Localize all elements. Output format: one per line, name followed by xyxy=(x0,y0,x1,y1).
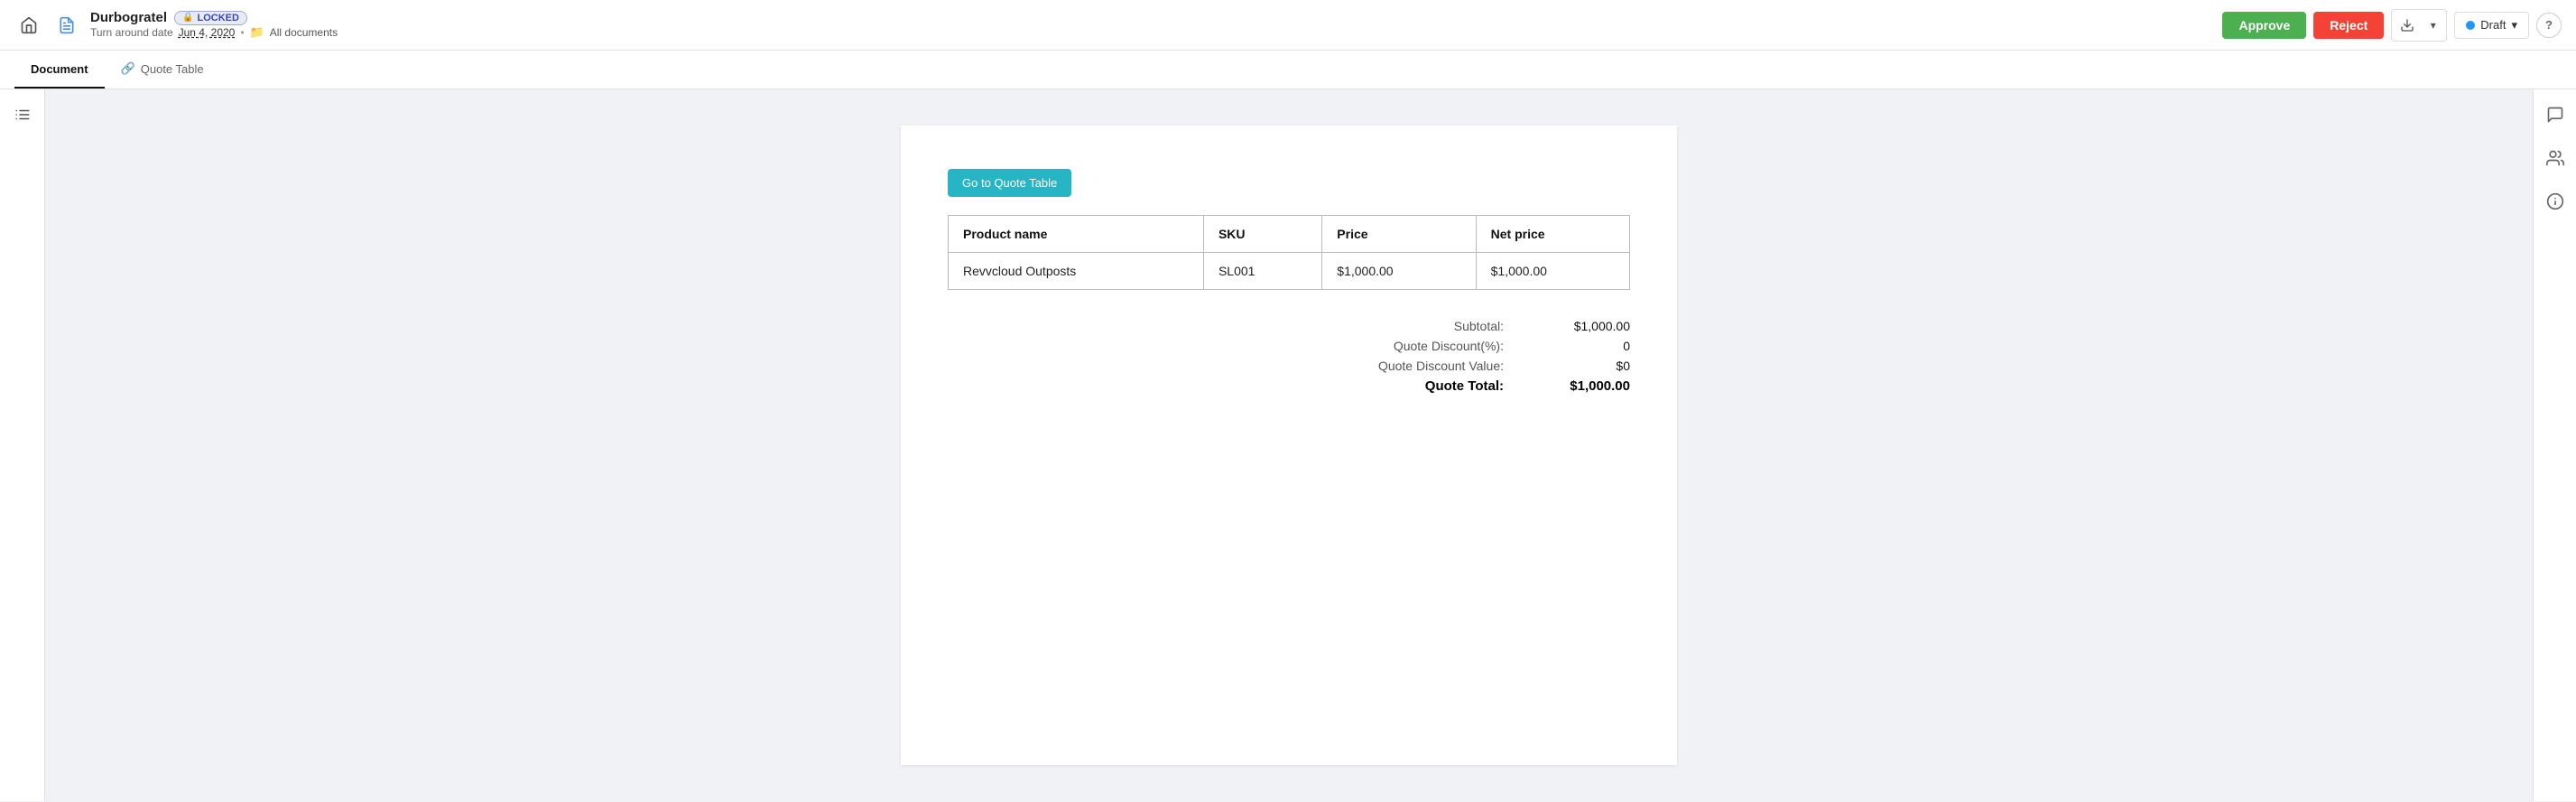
col-header-net-price: Net price xyxy=(1476,216,1629,253)
right-sidebar xyxy=(2533,89,2576,801)
link-icon: 🔗 xyxy=(121,61,135,76)
download-chevron[interactable]: ▾ xyxy=(2420,9,2447,42)
separator-dot: • xyxy=(240,26,244,39)
table-cell: $1,000.00 xyxy=(1322,253,1476,290)
main-content: Go to Quote Table Product name SKU Price… xyxy=(45,89,2533,801)
col-header-product-name: Product name xyxy=(949,216,1204,253)
home-icon[interactable] xyxy=(14,11,43,40)
draft-status-dot xyxy=(2466,21,2475,30)
quote-table: Product name SKU Price Net price Revvclo… xyxy=(948,215,1630,290)
totals-label: Subtotal: xyxy=(1341,319,1504,333)
tab-document[interactable]: Document xyxy=(14,51,105,89)
folder-icon: 📁 xyxy=(250,25,264,40)
totals-value: $1,000.00 xyxy=(1540,319,1630,333)
header-left: Durbogratel LOCKED Turn around date Jun … xyxy=(14,10,2211,40)
header-subtitle: Turn around date Jun 4, 2020 • 📁 All doc… xyxy=(90,25,338,40)
totals-label: Quote Total: xyxy=(1341,378,1504,394)
doc-title: Durbogratel xyxy=(90,10,167,25)
totals-value: 0 xyxy=(1540,339,1630,353)
go-to-quote-table-button[interactable]: Go to Quote Table xyxy=(948,169,1071,197)
totals-value: $1,000.00 xyxy=(1540,378,1630,394)
totals-label: Quote Discount(%): xyxy=(1341,339,1504,353)
chat-icon[interactable] xyxy=(2541,100,2570,129)
totals-row: Quote Discount Value: $0 xyxy=(1341,359,1630,373)
table-cell: $1,000.00 xyxy=(1476,253,1629,290)
draft-chevron-icon: ▾ xyxy=(2511,18,2517,33)
list-icon[interactable] xyxy=(8,100,37,129)
table-header-row: Product name SKU Price Net price xyxy=(949,216,1630,253)
left-sidebar xyxy=(0,89,45,801)
header-title-row: Durbogratel LOCKED xyxy=(90,10,338,25)
totals-label: Quote Discount Value: xyxy=(1341,359,1504,373)
table-row: Revvcloud OutpostsSL001$1,000.00$1,000.0… xyxy=(949,253,1630,290)
totals-value: $0 xyxy=(1540,359,1630,373)
header-title-block: Durbogratel LOCKED Turn around date Jun … xyxy=(90,10,338,40)
turnaround-label: Turn around date xyxy=(90,26,173,39)
table-cell: Revvcloud Outposts xyxy=(949,253,1204,290)
info-icon[interactable] xyxy=(2541,187,2570,216)
totals-section: Subtotal:$1,000.00Quote Discount(%):0Quo… xyxy=(948,319,1630,394)
header: Durbogratel LOCKED Turn around date Jun … xyxy=(0,0,2576,51)
col-header-sku: SKU xyxy=(1203,216,1321,253)
tab-quote-table-label: Quote Table xyxy=(141,62,204,76)
reject-button[interactable]: Reject xyxy=(2313,12,2384,39)
header-right: Approve Reject ▾ Draft ▾ ? xyxy=(2222,9,2562,42)
approve-button[interactable]: Approve xyxy=(2222,12,2306,39)
tabs-bar: Document 🔗 Quote Table xyxy=(0,51,2576,89)
document-icon xyxy=(52,11,81,40)
totals-row: Subtotal: $1,000.00 xyxy=(1341,319,1630,333)
all-documents-link[interactable]: All documents xyxy=(270,26,338,39)
tab-document-label: Document xyxy=(31,62,88,76)
users-icon[interactable] xyxy=(2541,144,2570,173)
download-button[interactable] xyxy=(2391,9,2423,42)
content-area: Go to Quote Table Product name SKU Price… xyxy=(0,89,2576,801)
document-card: Go to Quote Table Product name SKU Price… xyxy=(901,126,1677,765)
col-header-price: Price xyxy=(1322,216,1476,253)
table-cell: SL001 xyxy=(1203,253,1321,290)
draft-button[interactable]: Draft ▾ xyxy=(2454,12,2529,39)
totals-row: Quote Total: $1,000.00 xyxy=(1341,378,1630,394)
locked-badge: LOCKED xyxy=(174,11,247,25)
tab-quote-table[interactable]: 🔗 Quote Table xyxy=(105,51,220,89)
draft-label: Draft xyxy=(2480,18,2506,32)
turnaround-date: Jun 4, 2020 xyxy=(179,26,236,39)
help-button[interactable]: ? xyxy=(2536,13,2562,38)
totals-row: Quote Discount(%): 0 xyxy=(1341,339,1630,353)
